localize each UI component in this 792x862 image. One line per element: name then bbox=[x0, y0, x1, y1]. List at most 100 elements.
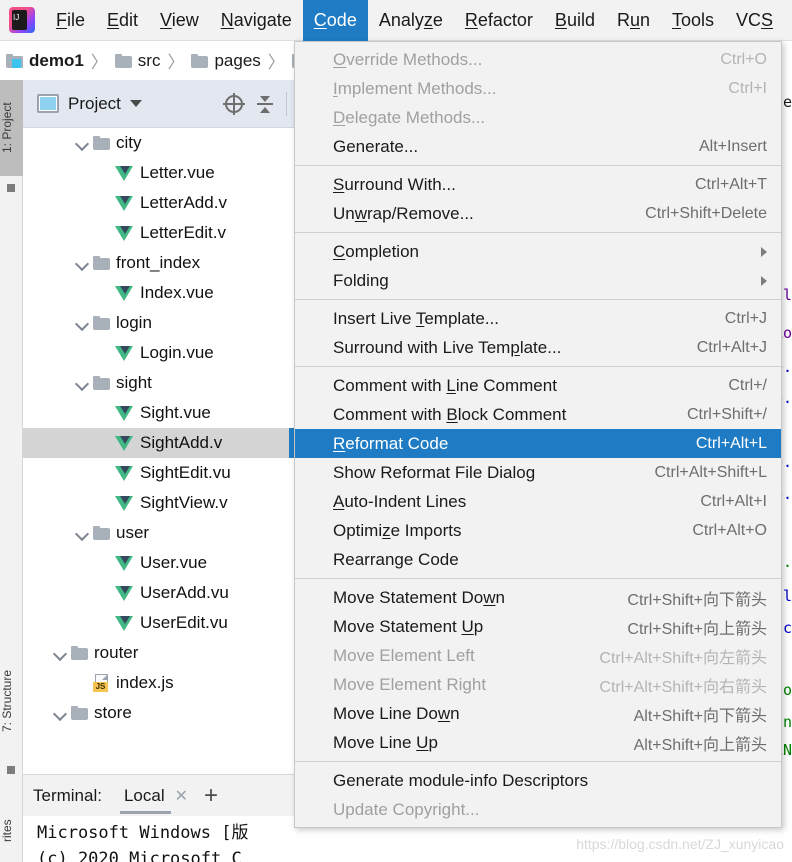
menu-item-comment-with-line-comment[interactable]: Comment with Line Comment Ctrl+/ bbox=[295, 371, 781, 400]
menu-item-reformat-code[interactable]: Reformat Code Ctrl+Alt+L bbox=[295, 429, 781, 458]
tree-item[interactable]: Letter.vue bbox=[23, 158, 295, 188]
menu-tools[interactable]: Tools bbox=[661, 0, 725, 41]
menu-item-label: Surround with Live Template... bbox=[333, 337, 562, 357]
breadcrumb-item[interactable]: src bbox=[114, 51, 160, 71]
menu-run[interactable]: Run bbox=[606, 0, 661, 41]
menu-analyze[interactable]: Analyze bbox=[368, 0, 454, 41]
menu-navigate[interactable]: Navigate bbox=[210, 0, 303, 41]
close-icon[interactable]: ✕ bbox=[175, 786, 188, 806]
menu-item-optimize-imports[interactable]: Optimize Imports Ctrl+Alt+O bbox=[295, 516, 781, 545]
menu-build[interactable]: Build bbox=[544, 0, 606, 41]
chevron-down-icon[interactable] bbox=[53, 706, 67, 720]
sidebar-item-favorites[interactable]: rites bbox=[0, 800, 23, 862]
menu-item-label: Insert Live Template... bbox=[333, 308, 499, 328]
menu-w[interactable]: W bbox=[784, 0, 792, 41]
menu-bar: File Edit View Navigate Code Analyze Refactor B… bbox=[0, 0, 792, 41]
tree-item[interactable]: SightAdd.v bbox=[23, 428, 295, 458]
tree-item[interactable]: login bbox=[23, 308, 295, 338]
tree-item[interactable]: city bbox=[23, 128, 295, 158]
tree-item-label: UserAdd.vu bbox=[140, 583, 229, 602]
menu-item-move-statement-up[interactable]: Move Statement Up Ctrl+Shift+向上箭头 bbox=[295, 612, 781, 641]
menu-item-shortcut: Ctrl+Alt+J bbox=[696, 338, 767, 356]
chevron-down-icon[interactable] bbox=[75, 256, 89, 270]
tree-item[interactable]: user bbox=[23, 518, 295, 548]
menu-item-folding[interactable]: Folding bbox=[295, 266, 781, 295]
tree-item-label: user bbox=[116, 523, 150, 542]
tree-item-label: store bbox=[94, 703, 132, 722]
tree-item[interactable]: SightEdit.vu bbox=[23, 458, 295, 488]
sidebar-item-project[interactable]: 1: Project bbox=[0, 80, 23, 176]
menu-item-generate-module-info-descriptors[interactable]: Generate module-info Descriptors bbox=[295, 766, 781, 795]
scroll-from-source-button[interactable] bbox=[220, 90, 248, 118]
chevron-down-icon[interactable] bbox=[75, 136, 89, 150]
menu-item-surround-with[interactable]: Surround With... Ctrl+Alt+T bbox=[295, 170, 781, 199]
menu-item-shortcut: Ctrl+Shift+向下箭头 bbox=[627, 591, 767, 609]
menu-item-rearrange-code[interactable]: Rearrange Code bbox=[295, 545, 781, 574]
tree-item[interactable]: UserEdit.vu bbox=[23, 608, 295, 638]
chevron-down-icon[interactable] bbox=[75, 376, 89, 390]
tree-item-label: LetterAdd.v bbox=[140, 193, 227, 212]
menu-item-show-reformat-file-dialog[interactable]: Show Reformat File Dialog Ctrl+Alt+Shift+… bbox=[295, 458, 781, 487]
vue-file-icon bbox=[115, 435, 134, 451]
collapse-all-button[interactable] bbox=[250, 90, 278, 118]
chevron-down-icon[interactable] bbox=[75, 316, 89, 330]
menu-vcs[interactable]: VCS bbox=[725, 0, 784, 41]
menu-item-surround-with-live-template[interactable]: Surround with Live Template... Ctrl+Alt+J bbox=[295, 333, 781, 362]
tree-item[interactable]: Sight.vue bbox=[23, 398, 295, 428]
menu-item-move-statement-down[interactable]: Move Statement Down Ctrl+Shift+向下箭头 bbox=[295, 583, 781, 612]
menu-separator bbox=[295, 578, 781, 579]
project-panel-title: Project bbox=[68, 93, 121, 113]
menu-item-label: Rearrange Code bbox=[333, 549, 459, 569]
menu-item-shortcut: Ctrl+Alt+I bbox=[700, 492, 767, 510]
tree-item[interactable]: LetterEdit.v bbox=[23, 218, 295, 248]
menu-code[interactable]: Code bbox=[302, 0, 368, 41]
tree-item[interactable]: sight bbox=[23, 368, 295, 398]
terminal-tab-local[interactable]: Local bbox=[119, 775, 171, 817]
tree-item[interactable]: SightView.v bbox=[23, 488, 295, 518]
tree-item[interactable]: store bbox=[23, 698, 295, 728]
sidebar-item-structure[interactable]: 7: Structure bbox=[0, 646, 23, 756]
menu-view[interactable]: View bbox=[149, 0, 210, 41]
menu-label: View bbox=[160, 9, 199, 30]
menu-separator bbox=[295, 165, 781, 166]
menu-item-generate[interactable]: Generate... Alt+Insert bbox=[295, 132, 781, 161]
menu-item-completion[interactable]: Completion bbox=[295, 237, 781, 266]
plus-icon[interactable]: + bbox=[204, 783, 218, 808]
tree-item[interactable]: Index.vue bbox=[23, 278, 295, 308]
menu-label: Build bbox=[554, 9, 595, 30]
menu-item-label: Generate module-info Descriptors bbox=[333, 770, 589, 790]
menu-item-unwrap-remove[interactable]: Unwrap/Remove... Ctrl+Shift+Delete bbox=[295, 199, 781, 228]
tree-item[interactable]: LetterAdd.v bbox=[23, 188, 295, 218]
menu-item-label: Unwrap/Remove... bbox=[333, 203, 474, 223]
chevron-down-icon[interactable] bbox=[129, 100, 142, 107]
chevron-down-icon[interactable] bbox=[75, 526, 89, 540]
chevron-down-icon[interactable] bbox=[53, 646, 67, 660]
code-menu-dropdown[interactable]: Override Methods... Ctrl+O Implement Metho… bbox=[294, 41, 782, 828]
menu-item-insert-live-template[interactable]: Insert Live Template... Ctrl+J bbox=[295, 304, 781, 333]
menu-edit[interactable]: Edit bbox=[96, 0, 149, 41]
menu-item-move-line-down[interactable]: Move Line Down Alt+Shift+向下箭头 bbox=[295, 699, 781, 728]
project-toolbar-actions bbox=[218, 90, 295, 118]
tree-item[interactable]: UserAdd.vu bbox=[23, 578, 295, 608]
menu-item-move-line-up[interactable]: Move Line Up Alt+Shift+向上箭头 bbox=[295, 728, 781, 757]
chevron-right-icon bbox=[761, 275, 767, 286]
tree-item[interactable]: JS index.js bbox=[23, 668, 295, 698]
menu-item-label: Reformat Code bbox=[333, 433, 449, 453]
tree-item[interactable]: User.vue bbox=[23, 548, 295, 578]
breadcrumb-item[interactable]: demo1 bbox=[6, 51, 84, 71]
menu-item-label: Comment with Line Comment bbox=[333, 375, 557, 395]
menu-file[interactable]: File bbox=[45, 0, 96, 41]
breadcrumb-separator-icon: 〉 bbox=[90, 53, 108, 72]
tree-item[interactable]: Login.vue bbox=[23, 338, 295, 368]
tree-item[interactable]: front_index bbox=[23, 248, 295, 278]
collapse-all-icon bbox=[257, 95, 273, 113]
breadcrumb-item[interactable]: pages bbox=[191, 51, 261, 71]
terminal-output[interactable]: Microsoft Windows [版 (c) 2020 Microsoft … bbox=[23, 816, 295, 862]
tree-item[interactable]: router bbox=[23, 638, 295, 668]
project-tree[interactable]: city Letter.vue LetterAdd.v LetterEdit.v fro… bbox=[23, 128, 295, 774]
menu-refactor[interactable]: Refactor bbox=[454, 0, 544, 41]
menu-item-update-copyright: Update Copyright... bbox=[295, 795, 781, 824]
menu-item-auto-indent-lines[interactable]: Auto-Indent Lines Ctrl+Alt+I bbox=[295, 487, 781, 516]
folder-icon bbox=[71, 646, 88, 660]
menu-item-comment-with-block-comment[interactable]: Comment with Block Comment Ctrl+Shift+/ bbox=[295, 400, 781, 429]
